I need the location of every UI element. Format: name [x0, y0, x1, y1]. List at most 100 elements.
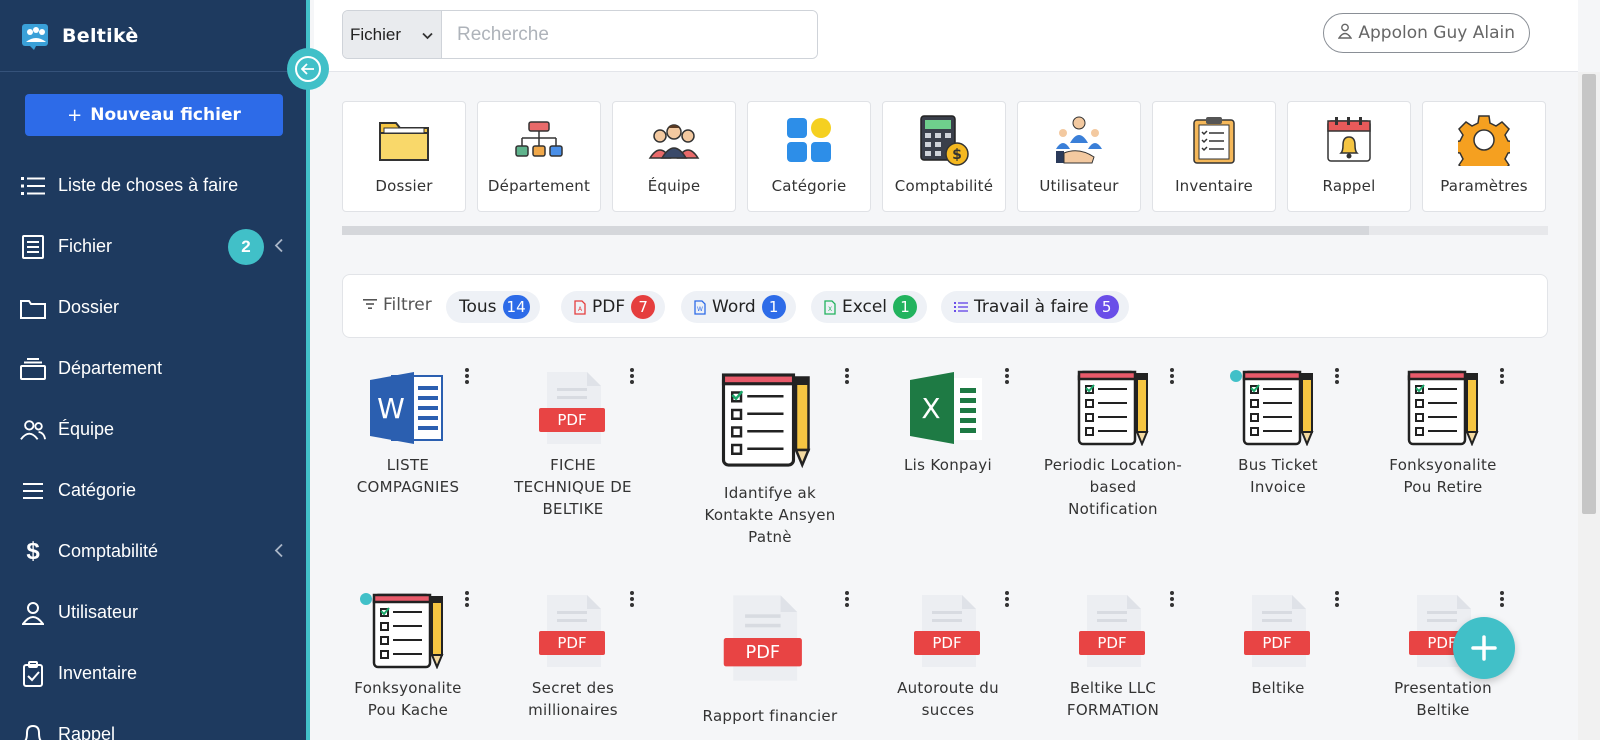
more-options-icon[interactable]	[1002, 589, 1012, 609]
file-name: Fonksyonalite Pou Retire	[1389, 456, 1497, 496]
sidebar-item-label: Équipe	[58, 419, 115, 439]
category-tile-inventory[interactable]: Inventaire	[1152, 101, 1276, 212]
new-file-label: Nouveau fichier	[90, 105, 241, 125]
more-options-icon[interactable]	[462, 589, 472, 609]
filter-label[interactable]: Filtrer	[363, 295, 432, 315]
scrollbar-thumb[interactable]	[342, 226, 1369, 235]
user-group-icon	[1051, 112, 1107, 168]
todo-list-icon	[1242, 370, 1314, 447]
team-icon	[20, 417, 46, 443]
sidebar-item-label: Utilisateur	[58, 602, 139, 622]
filter-chip-pdf[interactable]: A PDF 7	[561, 291, 666, 323]
svg-text:W: W	[377, 392, 405, 425]
more-options-icon[interactable]	[627, 366, 637, 386]
more-options-icon[interactable]	[842, 366, 852, 386]
more-options-icon[interactable]	[1497, 589, 1507, 609]
sidebar-item-label: Dossier	[58, 297, 120, 317]
filter-chip-excel[interactable]: X Excel 1	[811, 291, 928, 323]
calendar-bell-icon	[1321, 112, 1377, 168]
category-tile-category[interactable]: Catégorie	[747, 101, 871, 212]
file-name: Bus Ticket Invoice	[1238, 456, 1318, 496]
category-label: Département	[487, 177, 591, 195]
category-tile-accounting[interactable]: $ Comptabilité	[882, 101, 1006, 212]
more-options-icon[interactable]	[842, 589, 852, 609]
word-file-icon: W	[370, 372, 443, 444]
sidebar-item-label: Fichier	[58, 236, 113, 256]
more-options-icon[interactable]	[627, 589, 637, 609]
brand[interactable]: Beltikè	[0, 0, 306, 72]
clipboard-icon	[1186, 112, 1242, 168]
folder-icon	[20, 295, 46, 321]
filter-label-text: Filtrer	[383, 295, 432, 315]
search-scope-select[interactable]: Fichier	[343, 11, 442, 58]
file-name: Beltike LLC FORMATION	[1066, 679, 1160, 719]
category-icon	[20, 478, 46, 504]
category-tile-team[interactable]: Équipe	[612, 101, 736, 212]
more-options-icon[interactable]	[1002, 366, 1012, 386]
sidebar-item-accounting[interactable]: $ Comptabilité	[0, 521, 306, 582]
sidebar-item-file[interactable]: Fichier 2	[0, 216, 306, 277]
category-tile-folder[interactable]: Dossier	[342, 101, 466, 212]
page-scrollbar[interactable]	[1578, 72, 1600, 740]
file-icon-wrap	[1238, 370, 1318, 450]
arrow-left-icon	[295, 56, 321, 82]
plus-icon: +	[67, 104, 83, 126]
add-button[interactable]	[1453, 617, 1515, 679]
file-icon	[20, 234, 46, 260]
sidebar-item-user[interactable]: Utilisateur	[0, 582, 306, 643]
more-options-icon[interactable]	[1332, 366, 1342, 386]
category-label: Rappel	[1322, 177, 1376, 195]
category-label: Inventaire	[1175, 177, 1253, 195]
category-tile-user[interactable]: Utilisateur	[1017, 101, 1141, 212]
sidebar-item-label: Rappel	[58, 724, 116, 740]
collapse-sidebar-button[interactable]	[287, 48, 329, 90]
search-input[interactable]	[442, 11, 817, 58]
category-tile-settings[interactable]: Paramètres	[1422, 101, 1546, 212]
sidebar-item-todo[interactable]: Liste de choses à faire	[0, 155, 306, 216]
sidebar-item-folder[interactable]: Dossier	[0, 277, 306, 338]
category-tile-reminder[interactable]: Rappel	[1287, 101, 1411, 212]
file-name: Idantifye ak Kontakte Ansyen Patnè	[704, 484, 836, 546]
category-scrollbar[interactable]	[342, 226, 1548, 235]
pdf-file-icon: PDF	[539, 595, 605, 667]
sidebar-item-reminder[interactable]: Rappel	[0, 704, 306, 740]
user-menu-button[interactable]: Appolon Guy Alain	[1323, 13, 1530, 53]
chip-count: 1	[893, 295, 918, 319]
scrollbar-thumb[interactable]	[1582, 74, 1596, 514]
file-name: FICHE TECHNIQUE DE BELTIKE	[514, 456, 632, 518]
more-options-icon[interactable]	[1497, 366, 1507, 386]
file-name: Beltike	[1251, 679, 1305, 697]
sidebar-item-department[interactable]: Département	[0, 338, 306, 399]
filter-chip-word[interactable]: W Word 1	[681, 291, 796, 323]
pdf-file-icon: PDF	[723, 595, 802, 681]
svg-text:PDF: PDF	[1097, 634, 1126, 652]
excel-icon: X	[824, 299, 836, 315]
more-options-icon[interactable]	[1167, 366, 1177, 386]
more-options-icon[interactable]	[1167, 589, 1177, 609]
new-file-button[interactable]: + Nouveau fichier	[25, 94, 283, 136]
file-icon-wrap: PDF	[533, 593, 613, 673]
svg-text:PDF: PDF	[557, 411, 586, 429]
sidebar-item-category[interactable]: Catégorie	[0, 460, 306, 521]
file-icon-wrap: PDF	[1073, 593, 1153, 673]
sidebar-item-team[interactable]: Équipe	[0, 399, 306, 460]
filter-bar: Filtrer Tous 14 A PDF 7 W Word 1 X Excel…	[342, 274, 1548, 338]
org-chart-icon	[511, 112, 567, 168]
logo-icon	[22, 23, 48, 50]
filter-chip-all[interactable]: Tous 14	[446, 291, 540, 323]
folder-icon	[376, 112, 432, 168]
more-options-icon[interactable]	[1332, 589, 1342, 609]
brand-name: Beltikè	[62, 24, 139, 47]
file-icon-wrap	[1403, 370, 1483, 450]
filter-chip-todo[interactable]: Travail à faire 5	[941, 291, 1129, 323]
category-tile-department[interactable]: Département	[477, 101, 601, 212]
svg-text:PDF: PDF	[746, 643, 781, 663]
svg-text:PDF: PDF	[557, 634, 586, 652]
sidebar-item-inventory[interactable]: Inventaire	[0, 643, 306, 704]
file-name: Rapport financier	[702, 707, 838, 725]
category-strip: Dossier Département Équipe Catégorie $ C…	[342, 101, 1548, 213]
file-icon-wrap	[1073, 370, 1153, 450]
department-icon	[20, 356, 46, 382]
dollar-icon: $	[26, 537, 40, 565]
more-options-icon[interactable]	[462, 366, 472, 386]
